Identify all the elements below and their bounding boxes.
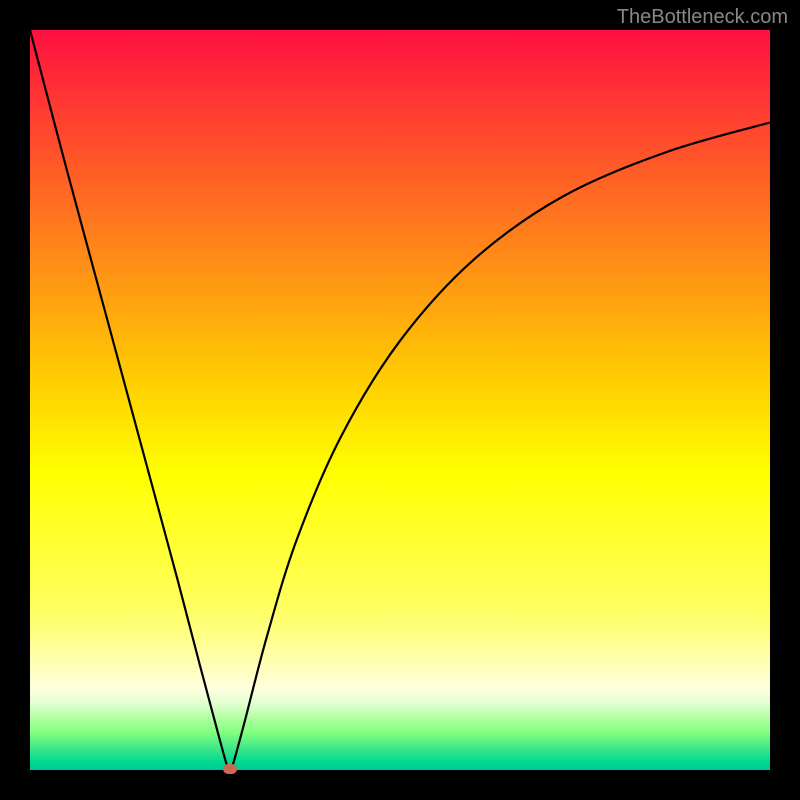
plot-area — [30, 30, 770, 770]
watermark: TheBottleneck.com — [617, 6, 788, 29]
chart-container: TheBottleneck.com — [0, 0, 800, 800]
curve-svg — [30, 30, 770, 770]
bottleneck-curve — [30, 30, 770, 770]
minimum-marker — [223, 764, 237, 774]
